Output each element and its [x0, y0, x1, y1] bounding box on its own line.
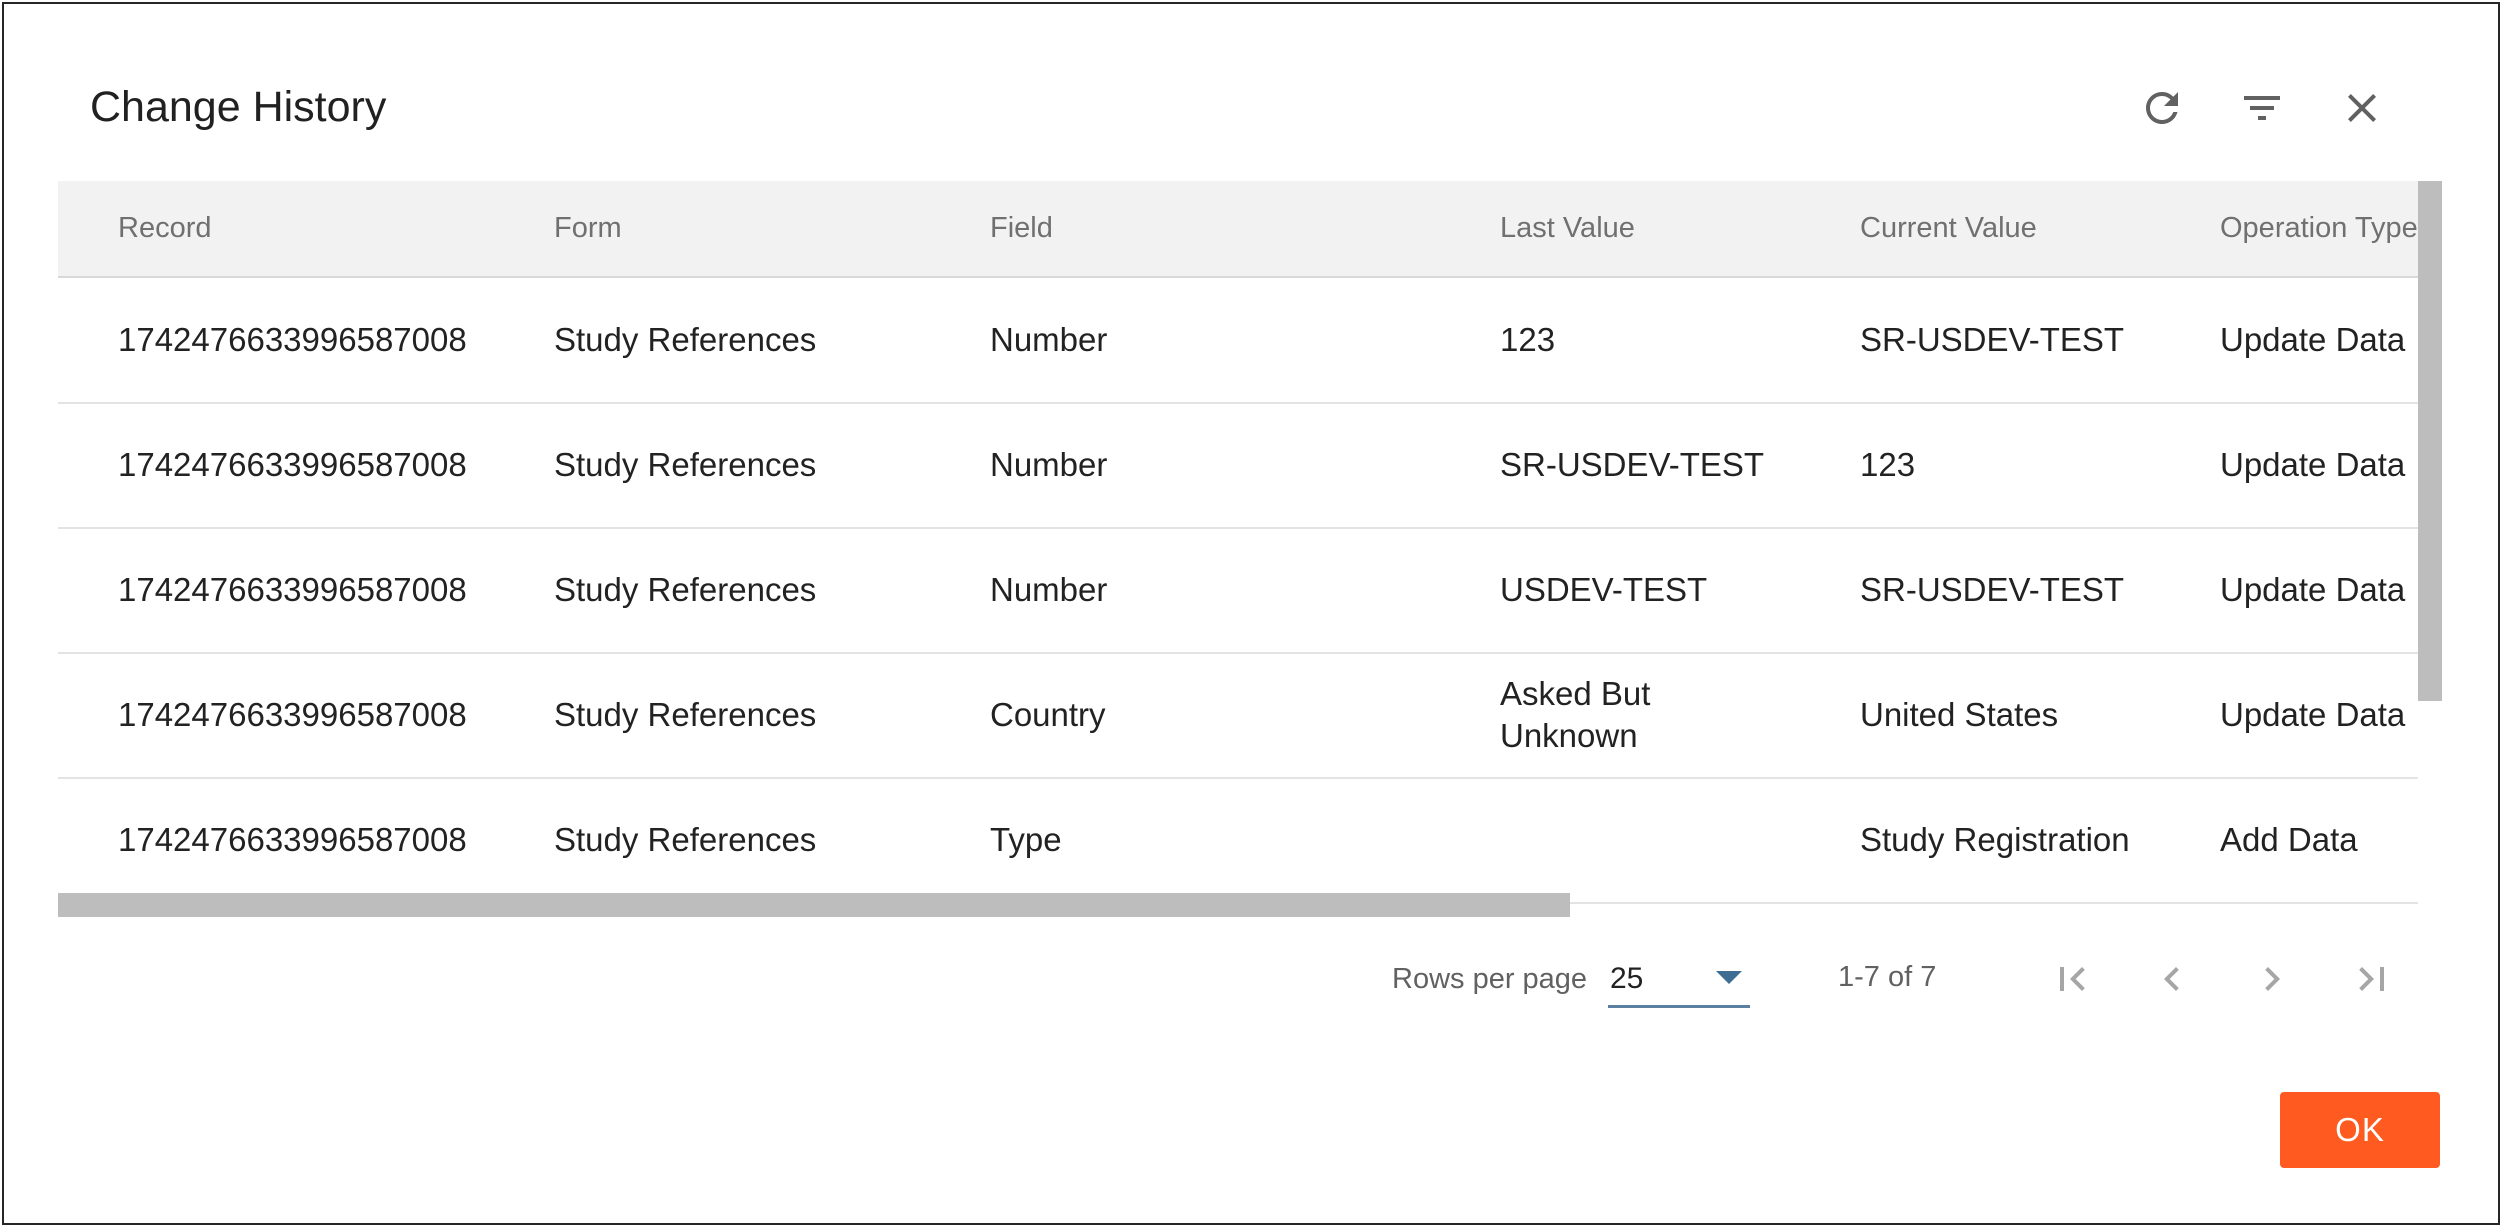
cell-last-value: 123 [1500, 321, 1556, 358]
column-header-last-value[interactable]: Last Value [1500, 181, 1635, 276]
cell-record: 1742476633996587008 [118, 696, 467, 733]
cell-field: Country [990, 696, 1106, 733]
dropdown-caret-icon [1716, 971, 1742, 984]
cell-current-value: SR-USDEV-TEST [1860, 321, 2125, 358]
cell-record: 1742476633996587008 [118, 446, 467, 483]
table-row[interactable]: 1742476633996587008 Study References Num… [58, 278, 2418, 404]
table-row[interactable]: 1742476633996587008 Study References Num… [58, 528, 2418, 654]
filter-icon[interactable] [2234, 80, 2290, 136]
cell-current-value: 123 [1860, 446, 1916, 483]
rows-per-page-select[interactable]: 25 [1608, 951, 1750, 1008]
cell-record: 1742476633996587008 [118, 321, 467, 358]
table-row[interactable]: 1742476633996587008 Study References Num… [58, 403, 2418, 529]
first-page-icon[interactable] [2044, 951, 2100, 1007]
cell-operation-type: Update Data [2220, 321, 2406, 358]
cell-form: Study References [554, 571, 817, 608]
ok-button[interactable]: OK [2280, 1092, 2440, 1168]
rows-per-page-value: 25 [1610, 962, 1644, 995]
cell-current-value: SR-USDEV-TEST [1860, 571, 2125, 608]
cell-record: 1742476633996587008 [118, 821, 467, 858]
page-range-text: 1-7 of 7 [1838, 961, 1937, 993]
cell-form: Study References [554, 446, 817, 483]
cell-last-value: USDEV-TEST [1500, 571, 1708, 608]
cell-last-value: SR-USDEV-TEST [1500, 446, 1765, 483]
table-header: Record Form Field Last Value Current Val… [58, 181, 2418, 278]
cell-current-value: Study Registration [1860, 821, 2130, 858]
pagination-bar: Rows per page 25 1-7 of 7 [4, 939, 2498, 1019]
column-header-operation-type[interactable]: Operation Type [2220, 181, 2418, 276]
horizontal-scrollbar-thumb[interactable] [58, 893, 1570, 917]
chevron-left-icon[interactable] [2144, 951, 2200, 1007]
page: Change History Record Form Field Last Va… [0, 0, 2500, 1227]
table-row[interactable]: 1742476633996587008 Study References Typ… [58, 778, 2418, 904]
cell-field: Type [990, 821, 1062, 858]
cell-field: Number [990, 446, 1108, 483]
chevron-right-icon[interactable] [2244, 951, 2300, 1007]
cell-form: Study References [554, 821, 817, 858]
dialog-title: Change History [90, 83, 387, 131]
column-header-current-value[interactable]: Current Value [1860, 181, 2037, 276]
cell-field: Number [990, 571, 1108, 608]
cell-operation-type: Add Data [2220, 821, 2358, 858]
cell-current-value: United States [1860, 696, 2059, 733]
cell-operation-type: Update Data [2220, 571, 2406, 608]
change-history-dialog: Change History Record Form Field Last Va… [2, 2, 2500, 1225]
change-history-table: Record Form Field Last Value Current Val… [58, 181, 2418, 919]
table-row[interactable]: 1742476633996587008 Study References Cou… [58, 653, 2418, 779]
cell-form: Study References [554, 696, 817, 733]
column-header-record[interactable]: Record [118, 181, 212, 276]
vertical-scrollbar-thumb[interactable] [2418, 181, 2442, 701]
cell-record: 1742476633996587008 [118, 571, 467, 608]
column-header-form[interactable]: Form [554, 181, 622, 276]
cell-form: Study References [554, 321, 817, 358]
cell-operation-type: Update Data [2220, 446, 2406, 483]
cell-operation-type: Update Data [2220, 696, 2406, 733]
close-icon[interactable] [2334, 80, 2390, 136]
rows-per-page-label: Rows per page [1392, 963, 1588, 995]
cell-last-value: Asked But Unknown [1500, 675, 1651, 754]
column-header-field[interactable]: Field [990, 181, 1053, 276]
refresh-icon[interactable] [2134, 80, 2190, 136]
last-page-icon[interactable] [2344, 951, 2400, 1007]
cell-field: Number [990, 321, 1108, 358]
